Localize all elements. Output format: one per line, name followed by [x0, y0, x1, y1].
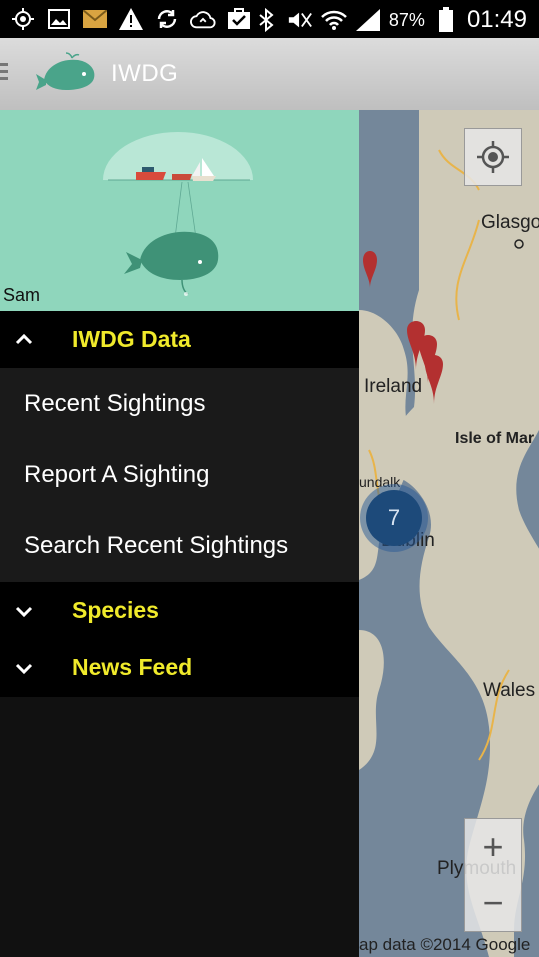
battery-icon	[433, 7, 459, 33]
group-iwdg-data[interactable]: IWDG Data	[0, 311, 359, 368]
group-label: Species	[72, 597, 159, 623]
notification-icons	[10, 6, 252, 32]
whale-illustration	[100, 132, 260, 311]
signal-icon	[355, 7, 381, 33]
action-bar: IWDG	[0, 38, 539, 110]
map-label-wales: Wales	[483, 680, 536, 701]
clock: 01:49	[466, 6, 527, 33]
navigation-drawer: Sam IWDG Data Recent Sightings Report A …	[0, 110, 359, 957]
my-location-button[interactable]	[464, 128, 522, 186]
whale-logo-icon[interactable]	[34, 52, 100, 94]
group-news-feed[interactable]: News Feed	[0, 639, 359, 696]
status-right: 87% 01:49	[253, 6, 527, 34]
warning-icon	[118, 6, 144, 32]
image-icon	[46, 6, 72, 32]
map-label-isle-of-man: Isle of Mar	[455, 430, 535, 447]
task-icon	[226, 6, 252, 32]
mute-icon	[287, 7, 313, 33]
iwdg-data-items: Recent Sightings Report A Sighting Searc…	[0, 368, 359, 582]
menu-item-search-sightings[interactable]: Search Recent Sightings	[0, 510, 359, 581]
chevron-down-icon	[15, 606, 33, 617]
menu-item-label: Recent Sightings	[24, 389, 206, 417]
wifi-icon	[321, 7, 347, 33]
user-name: Sam	[3, 285, 41, 305]
collapsed-groups: Species News Feed	[0, 582, 359, 697]
sync-icon	[154, 6, 180, 32]
battery-percent: 87%	[388, 9, 425, 30]
group-label: News Feed	[72, 654, 193, 680]
sighting-cluster[interactable]: 7	[366, 490, 422, 546]
mail-icon	[82, 6, 108, 32]
menu-item-report-sighting[interactable]: Report A Sighting	[0, 439, 359, 510]
zoom-in-button[interactable]: +	[465, 819, 521, 875]
map-label-glasgow: Glasgo	[481, 212, 539, 233]
chevron-up-icon	[15, 333, 33, 344]
chevron-down-icon	[15, 663, 33, 674]
zoom-out-button[interactable]: −	[465, 875, 521, 931]
zoom-controls: + −	[464, 818, 522, 932]
location-icon	[10, 6, 36, 32]
hamburger-icon[interactable]	[0, 63, 8, 83]
bluetooth-icon	[253, 7, 279, 33]
menu-item-recent-sightings[interactable]: Recent Sightings	[0, 368, 359, 439]
map-label-dundalk: undalk	[359, 474, 401, 490]
drawer-header: Sam	[0, 110, 359, 311]
group-label: IWDG Data	[72, 326, 191, 352]
menu-item-label: Search Recent Sightings	[24, 531, 289, 559]
cloud-sync-icon	[190, 6, 216, 32]
map-copyright: ap data ©2014 Google	[359, 935, 531, 954]
group-species[interactable]: Species	[0, 582, 359, 639]
map-label-ireland: Ireland	[364, 376, 423, 397]
map-view[interactable]: Glasgo Ireland Isle of Mar undalk Dublin…	[359, 110, 539, 957]
app-title: IWDG	[111, 60, 179, 87]
crosshair-icon	[477, 141, 509, 173]
status-bar: 87% 01:49	[0, 0, 539, 38]
menu-item-label: Report A Sighting	[24, 460, 210, 488]
